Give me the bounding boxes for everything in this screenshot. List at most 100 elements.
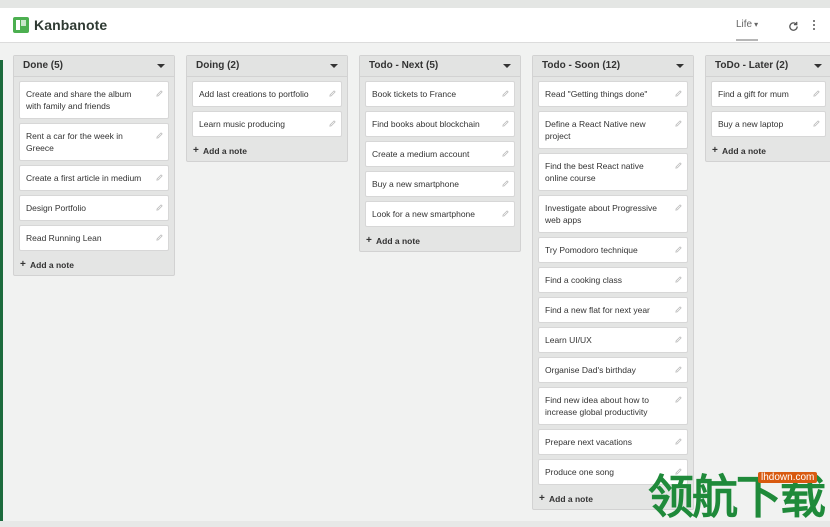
column-header[interactable]: Todo - Next (5)	[360, 56, 520, 77]
pencil-icon[interactable]	[502, 208, 509, 217]
pencil-icon[interactable]	[675, 304, 682, 313]
card-list: Add last creations to portfolio Learn mus…	[187, 77, 347, 137]
note-text: Investigate about Progressive web apps	[545, 203, 657, 225]
pencil-icon[interactable]	[502, 118, 509, 127]
column-header[interactable]: Doing (2)	[187, 56, 347, 77]
refresh-icon[interactable]	[788, 21, 799, 32]
note-text: Read Running Lean	[26, 233, 102, 243]
add-note-button[interactable]: + Add a note	[14, 255, 174, 275]
column-menu-caret-icon[interactable]	[330, 64, 338, 68]
column-menu-caret-icon[interactable]	[814, 64, 822, 68]
pencil-icon[interactable]	[329, 118, 336, 127]
pencil-icon[interactable]	[675, 274, 682, 283]
column-menu-caret-icon[interactable]	[503, 64, 511, 68]
note-text: Define a React Native new project	[545, 119, 646, 141]
add-note-label: Add a note	[203, 146, 247, 156]
add-note-button[interactable]: + Add a note	[360, 231, 520, 251]
note-card[interactable]: Find a new flat for next year	[538, 297, 688, 323]
column-menu-caret-icon[interactable]	[676, 64, 684, 68]
note-card[interactable]: Prepare next vacations	[538, 429, 688, 455]
add-note-label: Add a note	[376, 236, 420, 246]
pencil-icon[interactable]	[675, 334, 682, 343]
note-text: Try Pomodoro technique	[545, 245, 638, 255]
pencil-icon[interactable]	[156, 202, 163, 211]
note-card[interactable]: Book tickets to France	[365, 81, 515, 107]
column: Todo - Next (5) Book tickets to France Fin…	[359, 55, 521, 252]
note-card[interactable]: Investigate about Progressive web apps	[538, 195, 688, 233]
app-logo[interactable]: Kanbanote	[13, 17, 107, 33]
note-text: Look for a new smartphone	[372, 209, 476, 219]
column: Todo - Soon (12) Read "Getting things don…	[532, 55, 694, 510]
column-header[interactable]: Todo - Soon (12)	[533, 56, 693, 77]
plus-icon: +	[366, 235, 372, 246]
pencil-icon[interactable]	[156, 88, 163, 97]
more-vertical-icon[interactable]	[812, 20, 816, 32]
pencil-icon[interactable]	[156, 232, 163, 241]
note-card[interactable]: Read "Getting things done"	[538, 81, 688, 107]
note-text: Rent a car for the week in Greece	[26, 131, 123, 153]
note-card[interactable]: Buy a new laptop	[711, 111, 826, 137]
plus-icon: +	[712, 145, 718, 156]
app-title: Kanbanote	[34, 17, 108, 33]
add-note-label: Add a note	[722, 146, 766, 156]
pencil-icon[interactable]	[156, 172, 163, 181]
column-header[interactable]: Done (5)	[14, 56, 174, 77]
note-card[interactable]: Create a medium account	[365, 141, 515, 167]
note-text: Find new idea about how to increase glob…	[545, 395, 649, 417]
note-card[interactable]: Find books about blockchain	[365, 111, 515, 137]
note-text: Create a medium account	[372, 149, 470, 159]
note-text: Find books about blockchain	[372, 119, 480, 129]
note-card[interactable]: Buy a new smartphone	[365, 171, 515, 197]
chevron-down-icon: ▾	[754, 20, 759, 29]
note-card[interactable]: Organise Dad's birthday	[538, 357, 688, 383]
note-card[interactable]: Find the best React native online course	[538, 153, 688, 191]
note-card[interactable]: Find a gift for mum	[711, 81, 826, 107]
note-card[interactable]: Find new idea about how to increase glob…	[538, 387, 688, 425]
add-note-button[interactable]: + Add a note	[706, 141, 830, 161]
pencil-icon[interactable]	[675, 436, 682, 445]
pencil-icon[interactable]	[675, 202, 682, 211]
plus-icon: +	[193, 145, 199, 156]
pencil-icon[interactable]	[502, 88, 509, 97]
note-card[interactable]: Look for a new smartphone	[365, 201, 515, 227]
note-card[interactable]: Create a first article in medium	[19, 165, 169, 191]
pencil-icon[interactable]	[502, 178, 509, 187]
column: Done (5) Create and share the album with …	[13, 55, 175, 276]
note-text: Produce one song	[545, 467, 614, 477]
card-list: Book tickets to France Find books about b…	[360, 77, 520, 227]
pencil-icon[interactable]	[813, 88, 820, 97]
note-card[interactable]: Try Pomodoro technique	[538, 237, 688, 263]
note-card[interactable]: Rent a car for the week in Greece	[19, 123, 169, 161]
add-note-button[interactable]: + Add a note	[187, 141, 347, 161]
column-title: Doing (2)	[196, 60, 240, 71]
note-card[interactable]: Learn UI/UX	[538, 327, 688, 353]
note-text: Learn UI/UX	[545, 335, 592, 345]
watermark: 领航下载 lhdown.com	[648, 470, 828, 524]
column-header[interactable]: ToDo - Later (2)	[706, 56, 830, 77]
pencil-icon[interactable]	[675, 364, 682, 373]
pencil-icon[interactable]	[675, 160, 682, 169]
note-card[interactable]: Find a cooking class	[538, 267, 688, 293]
pencil-icon[interactable]	[675, 88, 682, 97]
note-card[interactable]: Learn music producing	[192, 111, 342, 137]
pencil-icon[interactable]	[502, 148, 509, 157]
note-card[interactable]: Read Running Lean	[19, 225, 169, 251]
pencil-icon[interactable]	[156, 130, 163, 139]
note-card[interactable]: Create and share the album with family a…	[19, 81, 169, 119]
pencil-icon[interactable]	[675, 244, 682, 253]
note-text: Buy a new laptop	[718, 119, 784, 129]
note-card[interactable]: Define a React Native new project	[538, 111, 688, 149]
column-menu-caret-icon[interactable]	[157, 64, 165, 68]
note-text: Create and share the album with family a…	[26, 89, 132, 111]
board-selector[interactable]: Life ▾	[736, 19, 759, 41]
pencil-icon[interactable]	[813, 118, 820, 127]
pencil-icon[interactable]	[329, 88, 336, 97]
pencil-icon[interactable]	[675, 394, 682, 403]
note-card[interactable]: Add last creations to portfolio	[192, 81, 342, 107]
note-card[interactable]: Design Portfolio	[19, 195, 169, 221]
plus-icon: +	[20, 259, 26, 270]
watermark-url: lhdown.com	[758, 472, 818, 483]
kanbanote-logo-icon	[13, 17, 29, 33]
window-top-strip	[0, 0, 830, 8]
pencil-icon[interactable]	[675, 118, 682, 127]
